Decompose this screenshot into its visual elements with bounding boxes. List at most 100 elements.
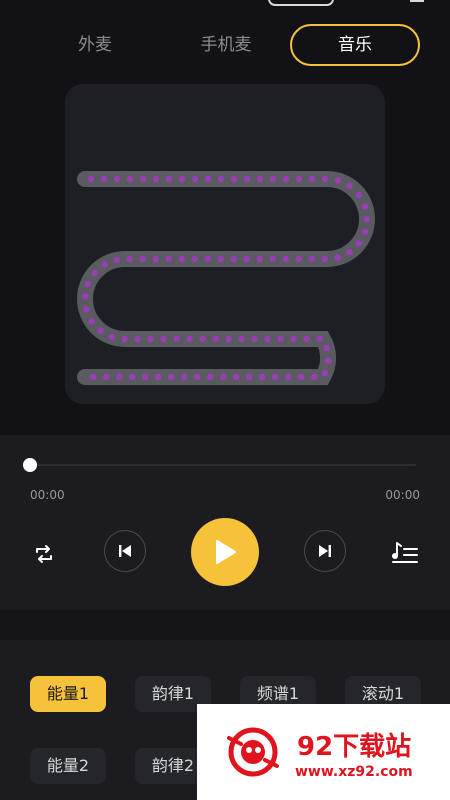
watermark-title: 92下载站: [297, 732, 412, 762]
led-dot: [285, 373, 292, 381]
watermark-logo: [227, 727, 279, 777]
led-dot: [90, 373, 97, 381]
led-dot: [126, 255, 133, 263]
led-dot: [233, 373, 240, 381]
tab-music[interactable]: 音乐: [290, 24, 420, 66]
led-dot: [81, 293, 89, 300]
status-dash: [410, 0, 424, 2]
led-dot: [129, 373, 136, 381]
preset-energy-1[interactable]: 能量1: [30, 676, 106, 712]
led-dot: [194, 373, 201, 381]
led-dot: [126, 175, 134, 183]
led-dot: [355, 240, 362, 247]
status-indicator: [268, 0, 334, 6]
led-dot: [178, 255, 185, 263]
play-icon: [216, 540, 236, 564]
mode-tabs: 外麦 手机麦 音乐: [0, 24, 450, 66]
led-dot: [303, 335, 310, 343]
led-dot: [134, 335, 141, 343]
led-dot: [295, 255, 302, 263]
tab-external-mic[interactable]: 外麦: [55, 24, 135, 66]
led-dot: [238, 335, 245, 343]
led-dot: [346, 182, 353, 190]
light-effect-preview: [65, 84, 385, 404]
led-dot: [101, 261, 108, 268]
led-dot: [277, 335, 284, 343]
led-dot: [243, 175, 251, 183]
led-dot: [97, 327, 104, 334]
led-strip-preview: [77, 171, 375, 385]
led-dot: [272, 373, 279, 381]
led-dot: [269, 255, 276, 263]
led-dot: [217, 175, 225, 183]
led-dot: [181, 373, 188, 381]
previous-button[interactable]: [104, 530, 146, 572]
led-dot: [147, 335, 154, 343]
led-dot: [84, 280, 92, 288]
led-dot: [160, 335, 167, 343]
led-dot: [168, 373, 175, 381]
progress-thumb[interactable]: [23, 458, 37, 472]
skip-previous-icon: [119, 545, 131, 557]
led-dot: [165, 255, 172, 263]
led-dot: [191, 175, 199, 183]
playlist-icon: [392, 542, 418, 563]
led-dot: [282, 175, 290, 183]
music-player: 00:00 00:00: [0, 435, 450, 610]
led-dot: [103, 373, 110, 381]
led-dot: [363, 216, 371, 223]
progress-track[interactable]: [30, 464, 416, 466]
led-dot: [246, 373, 253, 381]
led-dot: [91, 269, 98, 276]
current-time: 00:00: [30, 488, 65, 502]
led-dot: [230, 175, 238, 183]
led-dot: [142, 373, 149, 381]
tab-phone-mic[interactable]: 手机麦: [184, 24, 268, 66]
preset-energy-2[interactable]: 能量2: [30, 748, 106, 784]
led-dot: [212, 335, 219, 343]
led-dot: [259, 373, 266, 381]
watermark-overlay: 92下载站 www.xz92.com: [197, 704, 450, 800]
led-dot: [256, 175, 264, 183]
led-dot: [165, 175, 173, 183]
led-dot: [100, 175, 108, 183]
next-button[interactable]: [304, 530, 346, 572]
led-dot: [282, 255, 289, 263]
led-dot: [139, 255, 146, 263]
playlist-button[interactable]: [389, 537, 421, 569]
led-dot: [178, 175, 186, 183]
led-dot: [324, 357, 332, 364]
led-dot: [155, 373, 162, 381]
led-dot: [121, 335, 128, 343]
led-dot: [152, 175, 160, 183]
led-dot: [186, 335, 193, 343]
led-dot: [256, 255, 263, 263]
led-dot: [346, 249, 353, 256]
led-dot: [316, 335, 323, 343]
led-dot: [204, 255, 211, 263]
led-dot: [116, 373, 123, 381]
led-dot: [321, 175, 329, 183]
led-dot: [311, 373, 318, 381]
led-dot: [108, 333, 116, 340]
led-dot: [88, 318, 95, 325]
led-dot: [173, 335, 180, 343]
total-time: 00:00: [385, 488, 420, 502]
led-dot: [199, 335, 206, 343]
led-dot: [361, 203, 369, 210]
led-dot: [83, 306, 90, 313]
led-dot: [230, 255, 237, 263]
led-dot: [220, 373, 227, 381]
led-dot: [321, 255, 328, 263]
loop-button[interactable]: [29, 539, 59, 569]
led-dot: [361, 228, 369, 236]
led-dot: [139, 175, 147, 183]
led-dot: [334, 254, 341, 261]
led-dot: [321, 370, 329, 377]
status-bar-edge: [0, 0, 450, 12]
led-dot: [217, 255, 224, 263]
section-divider: [0, 610, 450, 640]
play-button[interactable]: [191, 518, 259, 586]
led-dot: [264, 335, 271, 343]
led-dot: [308, 255, 315, 263]
